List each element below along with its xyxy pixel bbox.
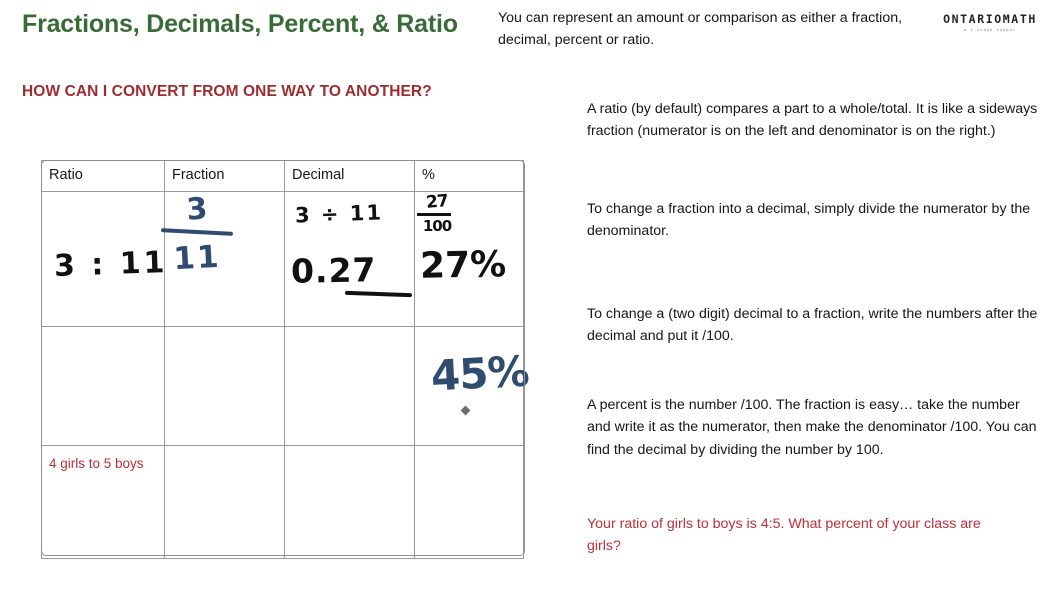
column-header-ratio: Ratio [49,167,83,183]
fraction-numerator: 3 [185,191,209,228]
percent-fraction-bar [417,213,451,216]
intro-text: You can represent an amount or compariso… [498,10,903,48]
page-subtitle: HOW CAN I CONVERT FROM ONE WAY TO ANOTHE… [22,83,432,100]
cell-row1-decimal[interactable]: 3 ÷ 11 0.27 [284,191,415,327]
header-cell-percent: % [414,160,524,192]
handwriting-underline [344,290,413,298]
logo-tagline: a t snapp sappar [963,27,1017,32]
cell-row1-fraction[interactable]: 3 11 [160,191,285,327]
cell-row3-percent[interactable] [414,445,524,559]
ontariomath-logo: ONTARIOMATH a t snapp sappar [934,12,1046,32]
header-cell-ratio: Ratio [41,160,165,192]
header-cell-decimal: Decimal [284,160,415,192]
handwriting-percent-27: 27% [419,244,507,287]
cell-row3-ratio[interactable]: 4 girls to 5 boys [41,445,165,559]
percent-fraction-numerator: 27 [425,191,449,213]
table-row: 3 : 11 3 11 3 ÷ 11 0.27 27 100 27% [41,191,524,327]
note-decimal-to-fraction: To change a (two digit) decimal to a fra… [587,306,1038,345]
handwriting-ratio-3-11: 3 : 11 [53,245,169,284]
note-percent-definition: A percent is the number /100. The fracti… [587,397,1037,458]
handwriting-percent-fraction-27-over-100: 27 100 [415,191,459,235]
column-header-percent: % [422,167,435,183]
cell-row1-ratio[interactable]: 3 : 11 [41,191,169,327]
handwriting-decimal-value: 0.27 [290,250,377,291]
cell-row2-decimal[interactable] [284,326,415,446]
header-cell-fraction: Fraction [164,160,285,192]
cell-row2-fraction[interactable] [164,326,285,446]
ratio-prompt-text: 4 girls to 5 boys [49,456,144,471]
table-row: 45% [41,326,530,446]
page-title: Fractions, Decimals, Percent, & Ratio [22,10,458,38]
practice-question: Your ratio of girls to boys is 4:5. What… [587,516,981,555]
fraction-denominator: 11 [172,238,222,278]
cell-row3-fraction[interactable] [164,445,285,559]
fraction-bar [160,228,234,236]
note-ratio-definition: A ratio (by default) compares a part to … [587,101,1038,140]
percent-fraction-denominator: 100 [422,217,452,235]
handwriting-percent-45: 45% [429,346,530,401]
table-header-row: Ratio Fraction Decimal % [41,160,524,192]
handwriting-fraction-3-over-11: 3 11 [160,191,234,278]
cell-row3-decimal[interactable] [284,445,415,559]
table-row: 4 girls to 5 boys [41,445,524,559]
cell-row1-percent[interactable]: 27 100 27% [414,191,524,327]
pen-cursor-icon [460,405,471,416]
cell-row2-ratio[interactable] [41,326,165,446]
logo-wordmark: ONTARIOMATH [943,12,1037,26]
cell-row2-percent[interactable]: 45% [414,326,530,446]
column-header-fraction: Fraction [172,167,225,183]
handwriting-division-work: 3 ÷ 11 [294,200,384,228]
conversion-table: Ratio Fraction Decimal % 3 : 11 3 11 3 ÷… [41,160,530,559]
note-fraction-to-decimal: To change a fraction into a decimal, sim… [587,201,1031,240]
column-header-decimal: Decimal [292,167,345,183]
